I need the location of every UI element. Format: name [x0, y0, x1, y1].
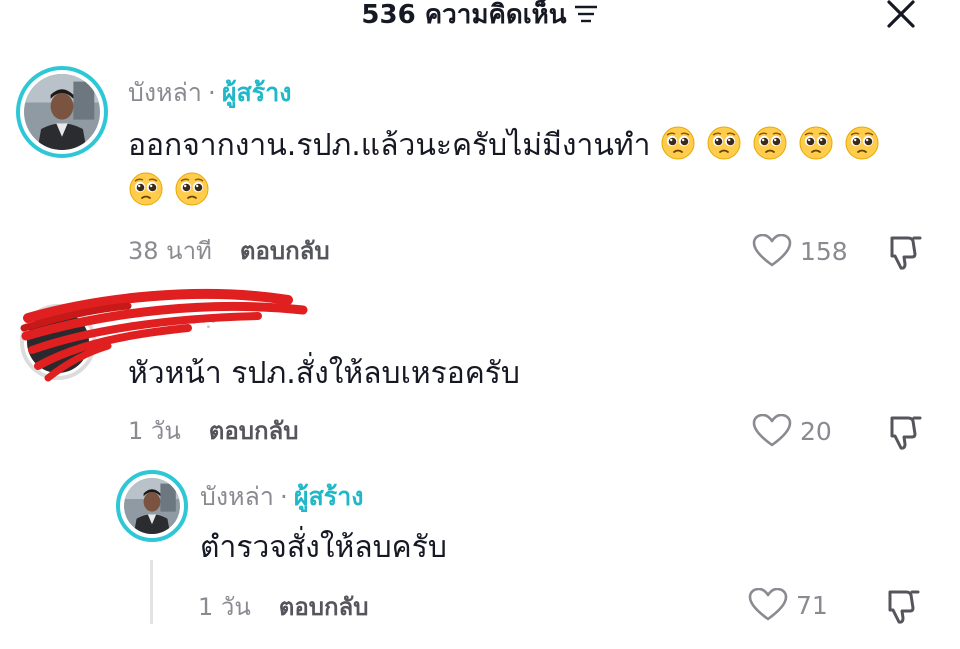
separator-dot: · — [279, 482, 288, 511]
filter-lines-icon[interactable] — [573, 4, 599, 24]
comment-time: 1 วัน — [198, 593, 251, 621]
redaction-scribble — [20, 288, 308, 382]
reply-button[interactable]: ตอบกลับ — [209, 417, 299, 445]
like-button[interactable]: 158 — [752, 233, 848, 270]
username-line: บังหล่า · ผู้สร้าง — [128, 78, 291, 108]
comment-text: ตำรวจสั่งให้ลบครับ — [200, 526, 447, 570]
comment-text: ออกจากงาน.รปภ.แล้วนะครับไม่มีงานทำ — [128, 124, 880, 168]
emoji-group — [118, 172, 210, 209]
like-count: 158 — [800, 237, 848, 266]
user-photo-icon — [124, 478, 180, 534]
comment-text-line: ตำรวจสั่งให้ลบครับ — [200, 530, 447, 565]
avatar[interactable] — [16, 66, 108, 158]
pleading-face-icon — [707, 126, 741, 159]
creator-badge: ผู้สร้าง — [221, 78, 292, 107]
pleading-face-icon — [753, 126, 787, 159]
pleading-face-icon — [661, 126, 695, 159]
username-line: บังหล่า · ผู้สร้าง — [200, 482, 363, 512]
comment-count-label: 536 ความคิดเห็น — [361, 0, 567, 30]
reply-button[interactable]: ตอบกลับ — [240, 237, 330, 265]
comment-meta: 1 วัน ตอบกลับ — [198, 592, 369, 622]
thumbs-down-icon[interactable] — [886, 412, 926, 452]
username[interactable]: บังหล่า — [200, 482, 274, 511]
comment-meta: 38 นาที ตอบกลับ — [128, 236, 330, 266]
like-button[interactable]: 20 — [752, 413, 832, 450]
creator-badge: ผู้สร้าง — [293, 482, 364, 511]
like-count: 71 — [796, 591, 828, 620]
heart-icon — [752, 233, 792, 267]
comment-text-line: ออกจากงาน.รปภ.แล้วนะครับไม่มีงานทำ — [128, 128, 651, 163]
reply-button[interactable]: ตอบกลับ — [279, 593, 369, 621]
comment-item: บังหล่า · ผู้สร้าง ออกจากงาน.รปภ.แล้วนะครั… — [0, 60, 960, 280]
heart-icon — [752, 413, 792, 447]
emoji-group — [650, 126, 880, 163]
comment-time: 38 นาที — [128, 237, 212, 265]
reply-item: บังหล่า · ผู้สร้าง ตำรวจสั่งให้ลบครับ 1 วั… — [0, 466, 960, 646]
close-icon[interactable] — [884, 0, 918, 30]
avatar[interactable] — [116, 470, 188, 542]
like-button[interactable]: 71 — [748, 587, 828, 624]
heart-icon — [748, 587, 788, 621]
user-photo-icon — [24, 74, 100, 150]
thumbs-down-icon[interactable] — [884, 586, 924, 626]
comments-header: 536 ความคิดเห็น — [0, 0, 960, 34]
like-count: 20 — [800, 417, 832, 446]
comment-time: 1 วัน — [128, 417, 181, 445]
pleading-face-icon — [845, 126, 879, 159]
comments-title: 536 ความคิดเห็น — [0, 0, 960, 30]
thumbs-down-icon[interactable] — [886, 232, 926, 272]
pleading-face-icon — [175, 172, 209, 205]
comment-text-continued — [118, 170, 210, 214]
pleading-face-icon — [799, 126, 833, 159]
comment-meta: 1 วัน ตอบกลับ — [128, 416, 299, 446]
pleading-face-icon — [129, 172, 163, 205]
separator-dot: · — [207, 78, 216, 107]
username[interactable]: บังหล่า — [128, 78, 202, 107]
